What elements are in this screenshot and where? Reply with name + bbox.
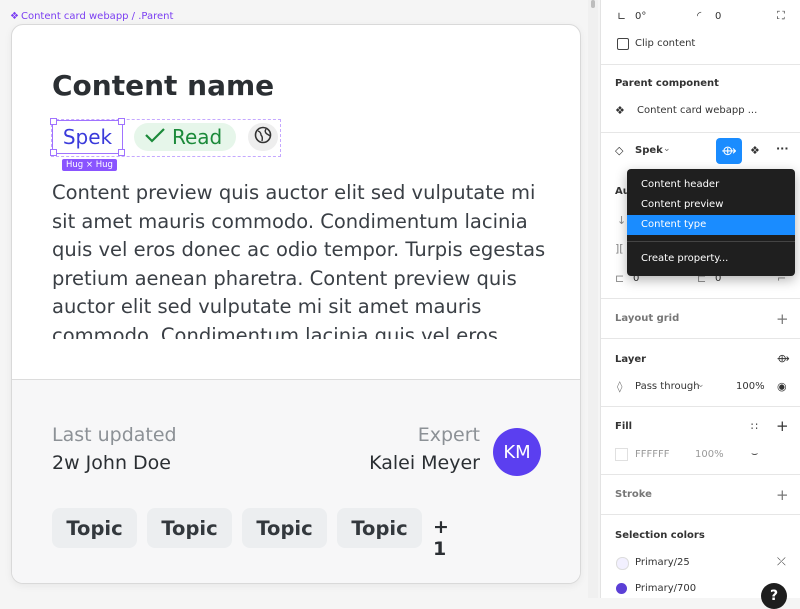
blend-chevron-icon[interactable]: ⌄ [697,380,705,390]
topic-chip[interactable]: Topic [242,508,327,548]
visibility-eye-icon[interactable]: ◉ [777,380,787,393]
component-icon: ❖ [10,11,19,22]
expand-corners-icon[interactable]: ⛶ [777,9,785,23]
layer-opacity-value[interactable]: 100% [736,381,765,392]
topic-chip[interactable]: Topic [52,508,137,548]
topic-chip[interactable]: Topic [147,508,232,548]
resize-handle-tr[interactable] [118,118,125,125]
apply-property-button[interactable]: ⟴ [716,138,742,164]
help-button[interactable]: ? [761,583,787,609]
properties-panel: ∟ 0° ◜ 0 ⛶ Clip content Parent component… [600,0,800,598]
layout-grid-title: Layout grid [615,313,680,324]
globe-icon [254,126,272,148]
fill-hex[interactable]: FFFFFF [635,449,670,460]
content-type-chip[interactable]: Spek Hug × Hug [50,118,125,171]
hidden-eye-icon[interactable]: ⌣ [751,447,758,461]
divider [601,514,800,515]
components-icon[interactable]: ❖ [750,144,760,157]
selection-color-name[interactable]: Primary/25 [635,557,690,568]
hug-badge: Hug × Hug [62,159,117,171]
spacing-icon: ⊏ [615,272,625,285]
divider [601,132,800,133]
selection-colors-title: Selection colors [615,530,705,541]
resize-handle-bl[interactable] [50,149,57,156]
fill-opacity[interactable]: 100% [695,449,724,460]
divider [601,406,800,407]
add-stroke-icon[interactable]: + [776,486,789,504]
detach-style-icon[interactable]: ⤫ [777,555,786,569]
check-icon [144,125,166,149]
instance-diamond-icon: ◇ [615,144,624,157]
breadcrumb[interactable]: ❖ Content card webapp / .Parent [10,11,173,22]
card-title: Content name [52,69,275,102]
selection-color-name[interactable]: Primary/700 [635,583,696,594]
divider [601,338,800,339]
avatar[interactable]: KM [493,428,541,476]
parent-component-name[interactable]: Content card webapp ... [637,105,757,116]
design-canvas[interactable]: ❖ Content card webapp / .Parent Content n… [0,0,600,598]
blend-mode-value[interactable]: Pass through [635,381,700,392]
globe-chip[interactable] [248,123,278,151]
fill-styles-icon[interactable]: ∷ [751,420,758,433]
breadcrumb-text[interactable]: Content card webapp / .Parent [21,11,173,22]
divider [601,298,800,299]
component-instance-icon: ❖ [615,104,625,117]
more-options-icon[interactable]: ··· [776,142,789,155]
radius-value[interactable]: 0 [715,11,721,22]
menu-item-content-type[interactable]: Content type [627,215,795,235]
color-swatch-primary-700[interactable] [616,583,627,594]
rotation-icon: ∟ [617,10,627,23]
topic-chip[interactable]: Topic [337,508,422,548]
read-chip[interactable]: Read [134,123,236,151]
last-updated-label: Last updated [52,424,177,446]
padding-icon: ][ [615,242,624,255]
last-updated-value: 2w John Doe [52,452,171,474]
read-label: Read [172,125,223,149]
content-preview: Content preview quis auctor elit sed vul… [52,181,546,339]
layer-link-icon[interactable]: ⟴ [777,352,790,365]
layer-title: Layer [615,354,647,365]
expert-label: Expert [417,424,480,446]
expert-name: Kalei Meyer [369,452,480,474]
instance-name[interactable]: Spek [635,145,663,156]
canvas-scrollbar[interactable] [588,0,598,598]
menu-item-create-property[interactable]: Create property... [627,249,795,269]
clip-content-label: Clip content [635,38,696,49]
menu-item-content-preview[interactable]: Content preview [627,195,795,215]
fill-title: Fill [615,421,633,432]
property-link-icon: ⟴ [721,143,737,159]
rotation-value[interactable]: 0° [635,11,646,22]
menu-divider [627,241,795,242]
content-card[interactable]: Content name Spek Hug × Hug Read Content… [11,24,581,584]
direction-down-icon[interactable]: ↓ [617,214,626,227]
add-fill-icon[interactable]: + [776,417,789,435]
content-type-label: Spek [62,125,113,149]
scroll-thumb[interactable] [591,0,595,8]
add-layout-grid-icon[interactable]: + [776,310,789,328]
more-topics-count[interactable]: + 1 [433,516,449,560]
blend-mode-icon: ◊ [617,380,623,393]
menu-item-content-header[interactable]: Content header [627,175,795,195]
divider [601,64,800,65]
parent-component-title: Parent component [615,78,719,89]
property-dropdown-menu: Content header Content preview Content t… [627,169,795,276]
stroke-title: Stroke [615,489,652,500]
fill-swatch[interactable] [615,448,628,461]
divider [601,474,800,475]
card-footer: Last updated 2w John Doe Expert Kalei Me… [12,379,580,583]
resize-handle-br[interactable] [118,149,125,156]
corner-radius-icon: ◜ [697,9,702,22]
chevron-down-icon[interactable]: ⌄ [663,144,671,154]
clip-content-checkbox[interactable] [617,38,629,50]
color-swatch-primary-25[interactable] [616,557,629,570]
resize-handle-tl[interactable] [50,118,57,125]
